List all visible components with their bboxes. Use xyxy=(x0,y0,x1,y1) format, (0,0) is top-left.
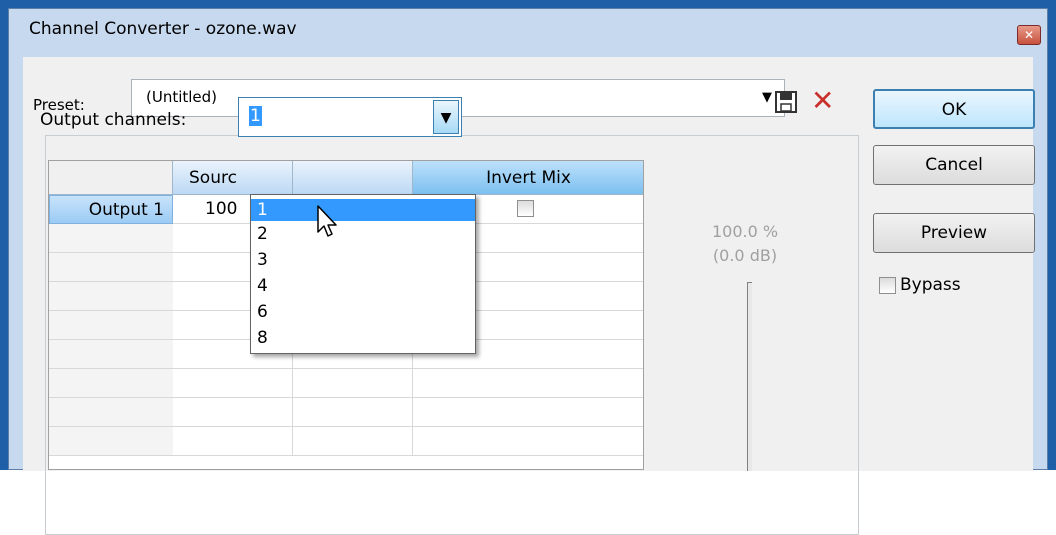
row-header xyxy=(49,427,173,456)
grid-cell xyxy=(293,398,413,427)
grid-header-source[interactable]: Sourc xyxy=(173,161,293,195)
row-header xyxy=(49,398,173,427)
row-header xyxy=(49,369,173,398)
grid-corner xyxy=(49,161,173,195)
gain-db: (0.0 dB) xyxy=(712,246,778,265)
gain-readout: 100.0 % (0.0 dB) xyxy=(700,220,790,268)
dropdown-option-6[interactable]: 6 xyxy=(251,301,475,323)
grid-cell xyxy=(413,369,643,398)
output-channels-dropdown-list: 1 2 3 4 6 8 xyxy=(250,194,476,354)
cancel-button[interactable]: Cancel xyxy=(873,145,1035,185)
output-channels-value[interactable]: 1 xyxy=(249,106,262,126)
window-title: Channel Converter - ozone.wav xyxy=(29,19,297,39)
dropdown-option-2[interactable]: 2 xyxy=(251,223,475,245)
dropdown-option-3[interactable]: 3 xyxy=(251,249,475,271)
row-header-output-1[interactable]: Output 1 xyxy=(49,195,173,224)
delete-icon[interactable]: ✕ xyxy=(811,87,834,115)
grid-cell xyxy=(173,369,293,398)
output-channels-label: Output channels: xyxy=(40,110,187,130)
row-header xyxy=(49,340,173,369)
grid-cell xyxy=(173,427,293,456)
row-header xyxy=(49,311,173,340)
bypass-checkbox-box[interactable] xyxy=(879,276,896,294)
grid-header-blank[interactable] xyxy=(293,161,413,195)
dropdown-option-8[interactable]: 8 xyxy=(251,327,475,349)
bypass-label: Bypass xyxy=(900,275,961,295)
gain-slider-track[interactable] xyxy=(747,282,752,471)
save-icon[interactable] xyxy=(775,91,797,113)
mouse-cursor-icon xyxy=(317,205,337,237)
ok-button[interactable]: OK xyxy=(873,89,1035,129)
bypass-checkbox[interactable]: Bypass xyxy=(879,275,961,295)
row-header xyxy=(49,282,173,311)
preview-button[interactable]: Preview xyxy=(873,213,1035,253)
grid-header-invert-mix[interactable]: Invert Mix xyxy=(413,161,643,195)
dropdown-option-4[interactable]: 4 xyxy=(251,275,475,297)
invert-mix-checkbox[interactable] xyxy=(517,200,534,217)
preset-value: (Untitled) xyxy=(146,88,218,106)
titlebar[interactable]: Channel Converter - ozone.wav ✕ xyxy=(9,9,1047,49)
grid-cell xyxy=(413,398,643,427)
grid-cell xyxy=(293,369,413,398)
dropdown-arrow-icon[interactable]: ▼ xyxy=(762,90,772,105)
grid-cell xyxy=(413,427,643,456)
row-header xyxy=(49,253,173,282)
grid-cell xyxy=(173,398,293,427)
grid-cell xyxy=(293,427,413,456)
chevron-down-icon[interactable]: ▼ xyxy=(433,100,459,134)
gain-percent: 100.0 % xyxy=(711,222,779,241)
row-header xyxy=(49,224,173,253)
close-icon[interactable]: ✕ xyxy=(1017,25,1041,45)
output-channels-combobox[interactable]: 1 ▼ xyxy=(238,97,462,137)
dropdown-option-1[interactable]: 1 xyxy=(251,199,475,221)
